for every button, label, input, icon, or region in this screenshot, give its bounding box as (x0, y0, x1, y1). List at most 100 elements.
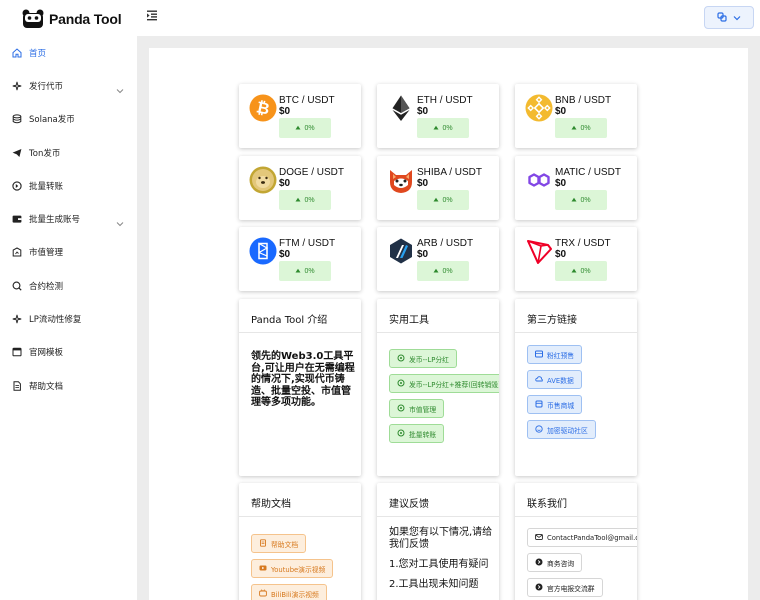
contact-card: 联系我们 ContactPandaTool@gmail.com 商务咨询 官方电… (515, 483, 637, 600)
coin-card[interactable]: BNB / USDT $0 0% (515, 84, 637, 148)
coin-card[interactable]: MATIC / USDT $0 0% (515, 156, 637, 220)
settings-icon (397, 404, 405, 414)
sidebar-item-label: 官网模板 (29, 348, 64, 359)
feedback-item: 1.您对工具使用有疑问 (389, 559, 489, 570)
wallet-icon (11, 214, 22, 225)
trx-logo-icon (525, 237, 553, 265)
sidebar-item-label: 首页 (29, 48, 47, 59)
caret-up-icon (433, 125, 439, 132)
coin-change-badge: 0% (555, 118, 607, 138)
telegram-group-button[interactable]: 官方电报交流群 (527, 578, 603, 597)
sidebar-item-label: Solana发币 (29, 115, 75, 126)
database-icon (11, 114, 22, 125)
chevron-down-icon (116, 214, 124, 232)
eth-logo-icon (387, 94, 415, 122)
sidebar-item[interactable]: 合约检测 (0, 269, 136, 302)
app-logo[interactable]: Panda Tool (22, 9, 122, 29)
btc-logo-icon: ₿ (249, 94, 277, 122)
template-icon (11, 347, 22, 358)
home-icon (11, 47, 22, 58)
link-label: 币售商城 (547, 401, 575, 410)
intro-line: 造、批量空投、市值管 (251, 385, 351, 397)
help-label: BiliBili演示视频 (271, 590, 319, 599)
coin-change-badge: 0% (279, 190, 331, 210)
business-inquiry-button[interactable]: 商务咨询 (527, 553, 583, 572)
sidebar-item[interactable]: 帮助文档 (0, 369, 136, 402)
coin-change-badge: 0% (555, 190, 607, 210)
contact-label: 官方电报交流群 (547, 584, 595, 593)
coin-change-value: 0% (580, 267, 591, 275)
sidebar-item[interactable]: Solana发币 (0, 103, 136, 136)
sidebar-item[interactable]: 首页 (0, 36, 136, 69)
youtube-video-button[interactable]: Youtube演示视频 (251, 559, 334, 578)
bnb-logo-icon (525, 94, 553, 122)
tool-market-cap-button[interactable]: 市值管理 (389, 399, 445, 418)
intro-card: Panda Tool 介绍 领先的Web3.0工具平 台,可让用户在无需编程 的… (239, 299, 361, 476)
tool-lp-dividend-button[interactable]: 发币--LP分红 (389, 349, 457, 368)
wallet-connect-button[interactable] (704, 6, 754, 29)
links-title: 第三方链接 (527, 315, 577, 326)
gear-icon (397, 354, 405, 364)
cloud-icon (535, 375, 543, 385)
tool-label: 发币--LP分红+推荐(回转销毁) (409, 380, 499, 389)
coin-change-value: 0% (304, 196, 315, 204)
link-pinksale-button[interactable]: 粉红预售 (527, 345, 583, 364)
divider (515, 332, 637, 333)
caret-up-icon (571, 268, 577, 275)
sidebar-item[interactable]: 批量转账 (0, 169, 136, 202)
sidebar-item-label: 发行代币 (29, 81, 64, 92)
divider (239, 332, 361, 333)
app-title: Panda Tool (49, 11, 122, 27)
feedback-intro: 如果您有以下情况,请给 我们反馈 (389, 527, 497, 551)
dashboard-content: ₿ BTC / USDT $0 0% ETH / USDT $0 0% BNB / USDT $… (149, 48, 748, 600)
caret-up-icon (295, 197, 301, 204)
caret-up-icon (571, 197, 577, 204)
coin-card[interactable]: SHIBA / USDT $0 0% (377, 156, 499, 220)
coin-pair: BNB / USDT (555, 95, 612, 106)
help-label: 帮助文档 (271, 540, 299, 549)
bilibili-video-button[interactable]: BiliBili演示视频 (251, 584, 327, 600)
shiba-logo-icon (387, 166, 415, 194)
tv-icon (259, 588, 267, 599)
coin-price: $0 (279, 106, 291, 117)
tool-label: 市值管理 (409, 405, 437, 414)
coin-pair: DOGE / USDT (279, 167, 345, 178)
document-icon (259, 538, 267, 549)
menu-fold-icon[interactable] (146, 8, 158, 21)
coin-card[interactable]: FTM / USDT $0 0% (239, 227, 361, 291)
send-icon (11, 147, 22, 158)
tool-label: 发币--LP分红 (409, 355, 449, 364)
contact-email-button[interactable]: ContactPandaTool@gmail.com (527, 528, 637, 547)
coin-pair: FTM / USDT (279, 238, 336, 249)
coin-card[interactable]: TRX / USDT $0 0% (515, 227, 637, 291)
caret-up-icon (295, 125, 301, 132)
coin-card[interactable]: ARB / USDT $0 0% (377, 227, 499, 291)
coin-price: $0 (417, 106, 429, 117)
sidebar-item[interactable]: 市值管理 (0, 236, 136, 269)
sidebar-item[interactable]: 官网模板 (0, 336, 136, 369)
sidebar-item-label: 批量生成账号 (29, 215, 81, 226)
link-ave-button[interactable]: AVE数据 (527, 370, 582, 389)
coin-card[interactable]: ₿ BTC / USDT $0 0% (239, 84, 361, 148)
sidebar-item[interactable]: LP流动性修复 (0, 302, 136, 335)
link-community-button[interactable]: 加密驱动社区 (527, 420, 596, 439)
arrow-circle-icon (535, 558, 543, 568)
link-store-button[interactable]: 币售商城 (527, 395, 583, 414)
help-label: Youtube演示视频 (271, 565, 326, 574)
sidebar-item-label: 帮助文档 (29, 381, 64, 392)
sidebar-item[interactable]: Ton发币 (0, 136, 136, 169)
document-icon (11, 380, 22, 391)
coin-change-value: 0% (442, 196, 453, 204)
sidebar-item[interactable]: 发行代币 (0, 69, 136, 102)
video-icon (259, 564, 267, 574)
coin-price: $0 (555, 106, 567, 117)
coin-card[interactable]: DOGE / USDT $0 0% (239, 156, 361, 220)
tool-lp-referral-button[interactable]: 发币--LP分红+推荐(回转销毁) (389, 374, 499, 393)
coin-card[interactable]: ETH / USDT $0 0% (377, 84, 499, 148)
sidebar-item-label: 合约检测 (29, 281, 64, 292)
tool-batch-transfer-button[interactable]: 批量转账 (389, 424, 445, 443)
sidebar-item[interactable]: 批量生成账号 (0, 202, 136, 235)
coin-price: $0 (417, 178, 429, 189)
help-docs-button[interactable]: 帮助文档 (251, 534, 307, 553)
smile-icon (535, 424, 543, 435)
